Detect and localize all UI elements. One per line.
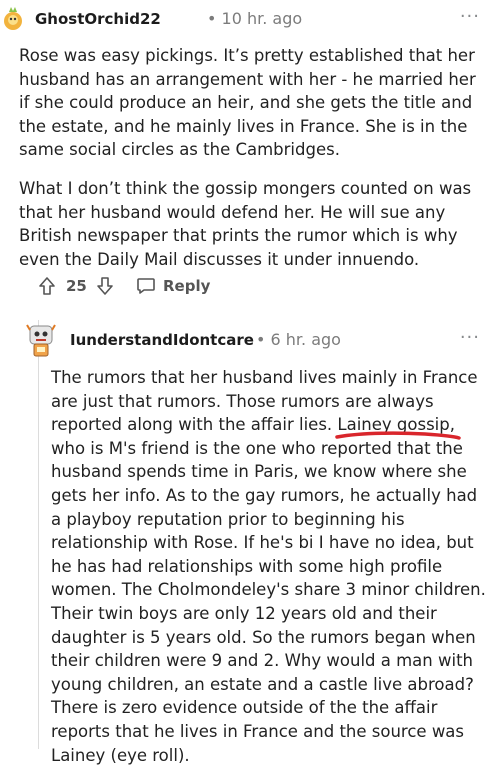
downvote-arrow-icon[interactable] — [96, 276, 114, 296]
more-options-icon[interactable]: ··· — [460, 6, 480, 27]
vote-score: 25 — [66, 277, 87, 295]
comment-paragraph: What I don’t think the gossip mongers co… — [19, 179, 472, 269]
username[interactable]: GhostOrchid22 — [35, 10, 161, 28]
username[interactable]: IunderstandIdontcare — [70, 331, 254, 349]
comment-timestamp: • 6 hr. ago — [256, 330, 341, 349]
comment-paragraph: The rumors that her husband lives mainly… — [51, 368, 486, 765]
reply-button[interactable]: Reply — [163, 277, 210, 295]
red-underline-annotation — [335, 431, 461, 440]
chat-bubble-icon[interactable] — [136, 277, 156, 295]
thread-line[interactable] — [38, 320, 39, 749]
ghost-orchid-avatar-icon[interactable] — [3, 6, 23, 32]
comment-header: IunderstandIdontcare • 6 hr. ago ··· — [0, 318, 500, 358]
upvote-arrow-icon[interactable] — [38, 276, 56, 296]
more-options-icon[interactable]: ··· — [460, 327, 480, 348]
comment-timestamp: • 10 hr. ago — [207, 9, 303, 28]
comment-paragraph: Rose was easy pickings. It’s pretty esta… — [19, 46, 476, 160]
comment-header: GhostOrchid22 • 10 hr. ago ··· — [0, 0, 500, 40]
robot-avatar-icon[interactable] — [25, 322, 57, 358]
